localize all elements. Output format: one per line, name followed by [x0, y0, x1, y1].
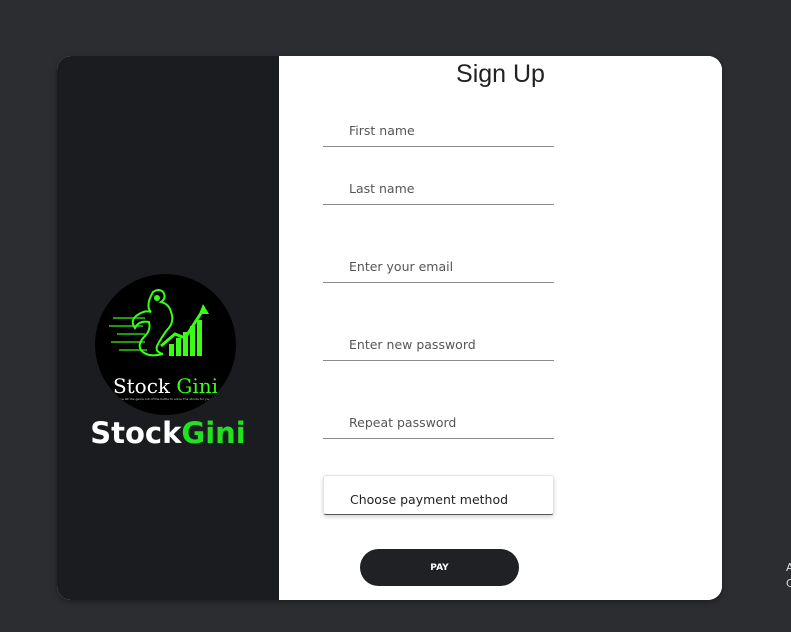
signup-card: we let the genie out of the bottle to so… [57, 56, 722, 600]
logo-text-gini: Gini [176, 374, 219, 398]
last-name-input[interactable] [323, 172, 554, 204]
edge-text-line2: C [786, 577, 791, 590]
email-field [323, 250, 554, 283]
payment-method-button[interactable]: Choose payment method [323, 475, 554, 515]
last-name-field [323, 172, 554, 205]
edge-text: A C [786, 560, 791, 592]
brand-name: StockGini [57, 416, 279, 450]
repeat-password-input[interactable] [323, 406, 554, 438]
first-name-input[interactable] [323, 114, 554, 146]
logo-text-stock: Stock [112, 374, 177, 398]
page-title: Sign Up [456, 60, 545, 88]
repeat-password-field [323, 406, 554, 439]
new-password-field [323, 328, 554, 361]
email-input[interactable] [323, 250, 554, 282]
new-password-input[interactable] [323, 328, 554, 360]
brand-name-gini: Gini [181, 416, 246, 450]
brand-name-stock: Stock [90, 416, 182, 450]
signup-form: Sign Up Choose payment method PAY [279, 56, 722, 600]
edge-text-line1: A [786, 561, 791, 574]
pay-button[interactable]: PAY [360, 549, 519, 586]
logo-wordmark: Stock Gini [95, 374, 236, 398]
brand-panel: we let the genie out of the bottle to so… [57, 56, 279, 600]
payment-method-label: Choose payment method [350, 492, 509, 507]
stockgini-logo: we let the genie out of the bottle to so… [95, 274, 236, 415]
first-name-field [323, 114, 554, 147]
